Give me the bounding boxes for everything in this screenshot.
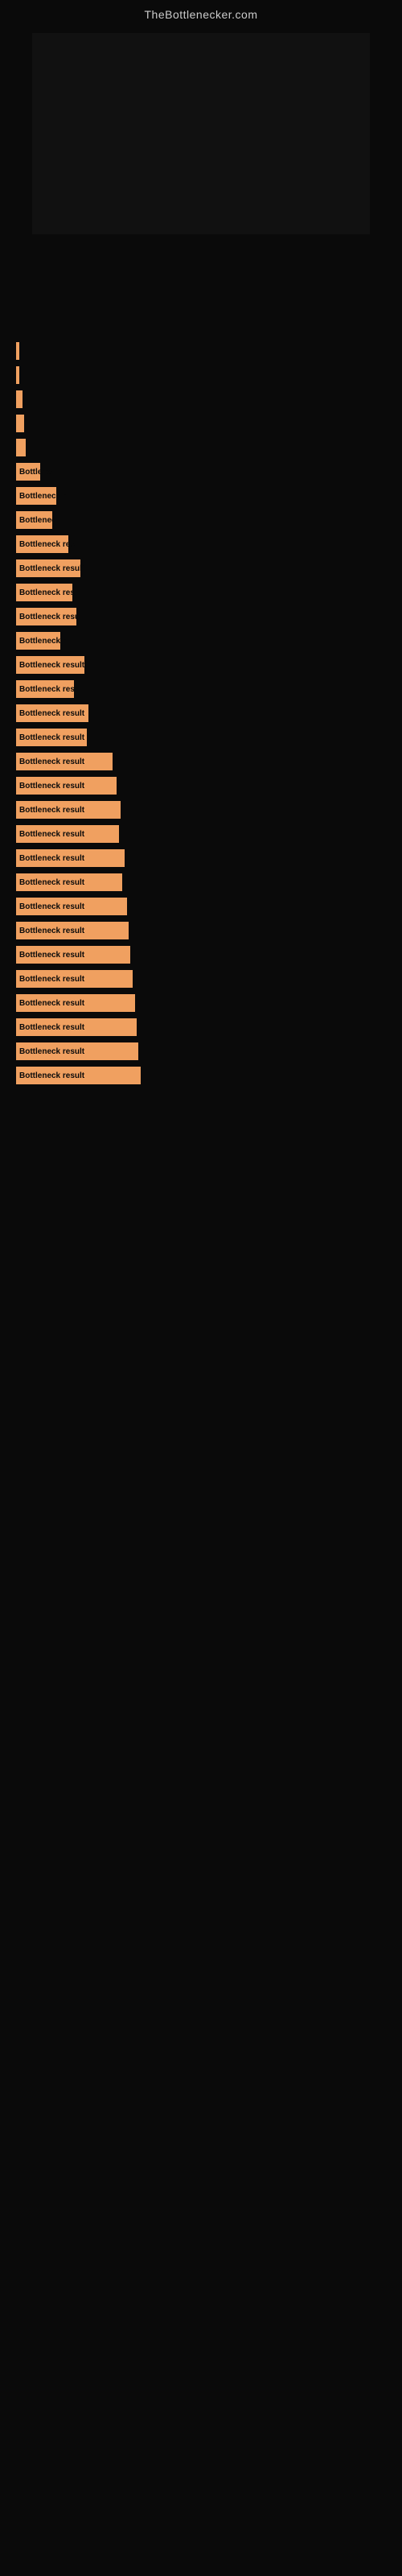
bar-fill: Bottleneck result xyxy=(16,801,121,819)
bar-row: Bottleneck res xyxy=(12,680,390,698)
bar-fill: Bottleneck result xyxy=(16,849,125,867)
bar-row: Bottleneck result xyxy=(12,729,390,746)
bar-row: Bottleneck result xyxy=(12,994,390,1012)
chart-block xyxy=(32,33,370,234)
bar-fill: Bottlenec xyxy=(16,511,52,529)
bar-label: Bottleneck result xyxy=(19,902,84,911)
bar-row: Bottleneck result xyxy=(12,1042,390,1060)
bars-container: Bottlene Bottleneck r Bottlenec Bottleneck … xyxy=(4,275,398,1099)
bar-fill: Bottlene xyxy=(16,463,40,481)
bar-row: Bottleneck result xyxy=(12,801,390,819)
bar-fill: Bottleneck result xyxy=(16,729,87,746)
bar-label: Bottleneck r xyxy=(19,492,66,501)
bar-row: Bottleneck result xyxy=(12,825,390,843)
site-title: TheBottlenecker.com xyxy=(0,0,402,25)
bar-label: Bottleneck result xyxy=(19,1047,84,1056)
bar-label: Bottleneck res xyxy=(19,540,75,549)
bar-fill: Bottleneck res xyxy=(16,680,74,698)
bar-label: Bottleneck res xyxy=(19,685,75,694)
bar-fill: Bottleneck r xyxy=(16,487,56,505)
bar-row: Bottleneck result xyxy=(12,849,390,867)
bar-fill: Bottleneck result xyxy=(16,873,122,891)
bar-row: Bottleneck result xyxy=(12,656,390,674)
bar-row xyxy=(12,390,390,408)
bar-fill: Bottleneck result xyxy=(16,656,84,674)
bar-fill: Bottleneck r xyxy=(16,632,60,650)
bar-row: Bottleneck result xyxy=(12,753,390,770)
bar-fill xyxy=(16,415,24,432)
bar-fill: Bottleneck resu xyxy=(16,608,76,625)
bar-fill: Bottleneck result xyxy=(16,898,127,915)
bar-row: Bottlenec xyxy=(12,511,390,529)
bar-fill xyxy=(16,366,19,384)
bar-fill: Bottleneck result xyxy=(16,777,117,795)
bar-row xyxy=(12,415,390,432)
bar-label: Bottleneck result xyxy=(19,830,84,839)
bar-label: Bottleneck result xyxy=(19,951,84,960)
bar-row xyxy=(12,342,390,360)
bar-fill: Bottleneck result xyxy=(16,753,113,770)
bar-label: Bottleneck result xyxy=(19,1023,84,1032)
bar-row: Bottleneck result xyxy=(12,559,390,577)
bar-row: Bottleneck result xyxy=(12,970,390,988)
bar-row: Bottleneck resu xyxy=(12,608,390,625)
bar-fill: Bottleneck res xyxy=(16,535,68,553)
bar-row: Bottleneck result xyxy=(12,922,390,939)
bar-row: Bottleneck r xyxy=(12,632,390,650)
bar-fill xyxy=(16,342,19,360)
bar-fill: Bottleneck res xyxy=(16,584,72,601)
bar-label: Bottleneck result xyxy=(19,927,84,935)
bar-label: Bottleneck result xyxy=(19,854,84,863)
bar-row: Bottleneck result xyxy=(12,704,390,722)
site-header: TheBottlenecker.com xyxy=(0,0,402,25)
bar-label: Bottleneck res xyxy=(19,588,75,597)
bar-label: Bottleneck resu xyxy=(19,613,80,621)
bar-label: Bottleneck result xyxy=(19,733,84,742)
bar-label: Bottleneck result xyxy=(19,564,84,573)
bar-row: Bottlene xyxy=(12,463,390,481)
bar-row xyxy=(12,439,390,456)
bar-fill xyxy=(16,439,26,456)
bar-label: Bottleneck result xyxy=(19,1071,84,1080)
bar-label: Bottleneck result xyxy=(19,782,84,791)
bar-label: Bottleneck result xyxy=(19,975,84,984)
bar-fill: Bottleneck result xyxy=(16,1018,137,1036)
bar-label: Bottleneck r xyxy=(19,637,66,646)
bar-label: Bottlenec xyxy=(19,516,56,525)
bar-label: Bottleneck result xyxy=(19,806,84,815)
bar-label: Bottleneck result xyxy=(19,661,84,670)
bar-label: Bottleneck result xyxy=(19,878,84,887)
bar-row: Bottleneck res xyxy=(12,584,390,601)
bar-label: Bottleneck result xyxy=(19,758,84,766)
bar-fill: Bottleneck result xyxy=(16,970,133,988)
bar-row: Bottleneck result xyxy=(12,873,390,891)
bars-section: Bottlene Bottleneck r Bottlenec Bottleneck … xyxy=(0,275,402,1099)
bar-fill: Bottleneck result xyxy=(16,559,80,577)
bar-row: Bottleneck r xyxy=(12,487,390,505)
bar-row: Bottleneck result xyxy=(12,1018,390,1036)
bar-label: Bottlene xyxy=(19,468,51,477)
bar-fill: Bottleneck result xyxy=(16,922,129,939)
bar-fill: Bottleneck result xyxy=(16,1067,141,1084)
bar-fill: Bottleneck result xyxy=(16,994,135,1012)
bar-fill: Bottleneck result xyxy=(16,1042,138,1060)
bar-row: Bottleneck result xyxy=(12,946,390,964)
bar-row: Bottleneck res xyxy=(12,535,390,553)
bar-label: Bottleneck result xyxy=(19,999,84,1008)
bar-fill: Bottleneck result xyxy=(16,825,119,843)
bar-row: Bottleneck result xyxy=(12,1067,390,1084)
bar-fill: Bottleneck result xyxy=(16,946,130,964)
bar-fill xyxy=(16,390,23,408)
chart-area xyxy=(16,33,386,258)
bar-label: Bottleneck result xyxy=(19,709,84,718)
bar-row xyxy=(12,366,390,384)
bar-row: Bottleneck result xyxy=(12,898,390,915)
bar-row: Bottleneck result xyxy=(12,777,390,795)
bar-fill: Bottleneck result xyxy=(16,704,88,722)
